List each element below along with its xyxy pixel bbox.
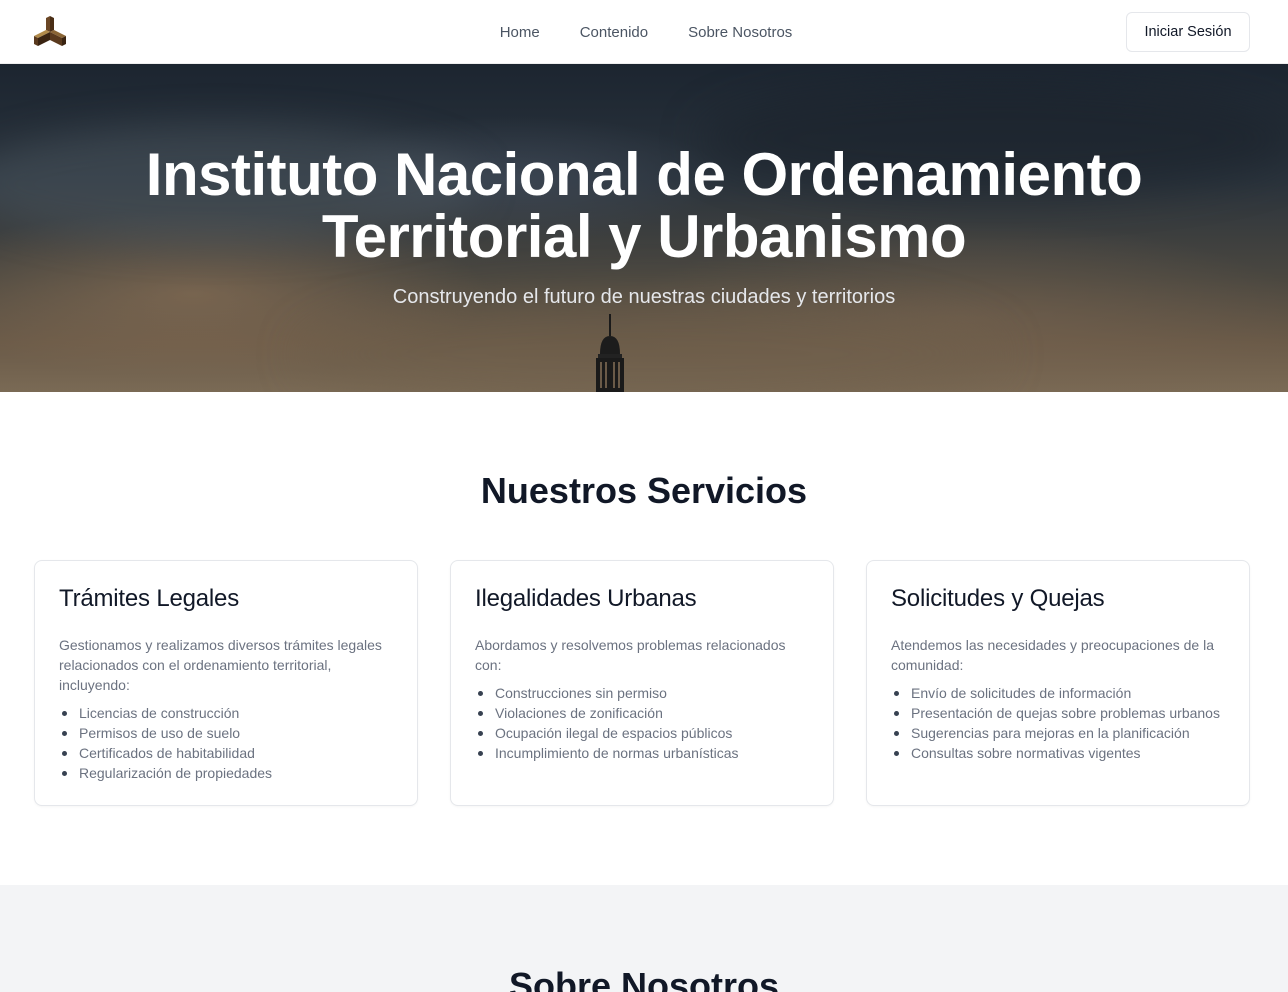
service-card-ilegalidades: Ilegalidades Urbanas Abordamos y resolve… — [450, 560, 834, 806]
hero-title-line1: Instituto Nacional de Ordenamiento — [145, 141, 1143, 208]
service-card-solicitudes: Solicitudes y Quejas Atendemos las neces… — [866, 560, 1250, 806]
hero-title-line2: Territorial y Urbanismo — [321, 203, 967, 270]
card-list: Envío de solicitudes de información Pres… — [891, 683, 1225, 763]
about-title: Sobre Nosotros — [508, 965, 780, 992]
card-title: Solicitudes y Quejas — [891, 585, 1105, 612]
list-item: Licencias de construcción — [59, 703, 393, 723]
main-nav: Home Contenido Sobre Nosotros — [0, 0, 1288, 64]
card-title: Trámites Legales — [59, 585, 239, 612]
list-item: Violaciones de zonificación — [475, 703, 809, 723]
list-item: Consultas sobre normativas vigentes — [891, 743, 1225, 763]
list-item: Presentación de quejas sobre problemas u… — [891, 703, 1225, 723]
service-card-tramites: Trámites Legales Gestionamos y realizamo… — [34, 560, 418, 806]
list-item: Construcciones sin permiso — [475, 683, 809, 703]
nav-link-sobre-nosotros[interactable]: Sobre Nosotros — [688, 24, 792, 41]
card-description: Abordamos y resolvemos problemas relacio… — [475, 637, 786, 673]
navbar: Home Contenido Sobre Nosotros Iniciar Se… — [0, 0, 1288, 64]
hero-title: Instituto Nacional de Ordenamiento Terri… — [0, 144, 1288, 268]
tower-silhouette-icon — [596, 314, 624, 392]
card-description: Gestionamos y realizamos diversos trámit… — [59, 637, 382, 693]
card-list: Licencias de construcción Permisos de us… — [59, 703, 393, 783]
hero-subtitle: Construyendo el futuro de nuestras ciuda… — [392, 286, 896, 308]
list-item: Ocupación ilegal de espacios públicos — [475, 723, 809, 743]
login-button[interactable]: Iniciar Sesión — [1126, 12, 1250, 52]
list-item: Incumplimiento de normas urbanísticas — [475, 743, 809, 763]
nav-link-home[interactable]: Home — [500, 24, 540, 41]
list-item: Envío de solicitudes de información — [891, 683, 1225, 703]
hero-banner: Instituto Nacional de Ordenamiento Terri… — [0, 64, 1288, 392]
card-title: Ilegalidades Urbanas — [475, 585, 697, 612]
list-item: Certificados de habitabilidad — [59, 743, 393, 763]
card-list: Construcciones sin permiso Violaciones d… — [475, 683, 809, 763]
about-section: Sobre Nosotros — [0, 885, 1288, 992]
nav-link-contenido[interactable]: Contenido — [580, 24, 648, 41]
list-item: Regularización de propiedades — [59, 763, 393, 783]
list-item: Permisos de uso de suelo — [59, 723, 393, 743]
list-item: Sugerencias para mejoras en la planifica… — [891, 723, 1225, 743]
card-description: Atendemos las necesidades y preocupacion… — [891, 637, 1214, 673]
services-title: Nuestros Servicios — [480, 470, 808, 511]
